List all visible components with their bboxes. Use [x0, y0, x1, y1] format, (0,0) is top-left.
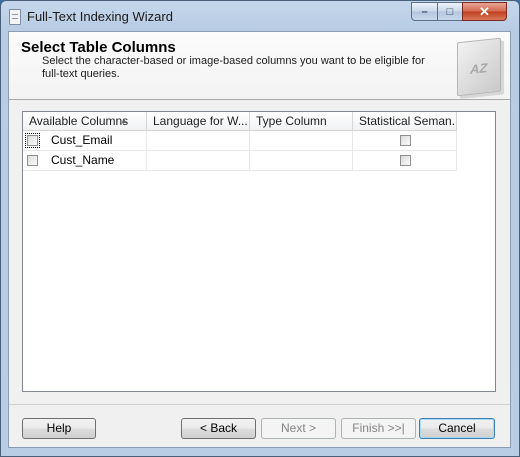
language-cell[interactable] — [147, 131, 250, 150]
maximize-button[interactable]: □ — [437, 2, 463, 21]
minimize-icon: – — [421, 5, 428, 18]
cell-available-column: Cust_Name — [23, 151, 147, 170]
window-title: Full-Text Indexing Wizard — [27, 9, 173, 24]
grid-header: Available Columns ▲ Language for W... Ty… — [23, 112, 457, 131]
column-name: Cust_Email — [51, 133, 113, 147]
table-row[interactable]: Cust_Email — [23, 131, 457, 151]
header-available-columns[interactable]: Available Columns ▲ — [23, 112, 147, 130]
az-book-icon: AZ — [457, 37, 501, 97]
footer-divider — [9, 404, 510, 405]
header-language[interactable]: Language for W... — [147, 112, 250, 130]
statistical-semantics-cell — [353, 131, 457, 150]
table-row[interactable]: Cust_Name — [23, 151, 457, 171]
cancel-button[interactable]: Cancel — [419, 418, 495, 439]
column-name: Cust_Name — [51, 153, 115, 167]
type-column-cell[interactable] — [250, 131, 353, 150]
finish-button[interactable]: Finish >>| — [341, 418, 416, 439]
statistical-semantics-cell — [353, 151, 457, 170]
title-bar[interactable]: Full-Text Indexing Wizard – □ ✕ — [1, 1, 519, 31]
statistical-semantics-checkbox[interactable] — [400, 135, 411, 146]
page-title: Select Table Columns — [21, 39, 176, 56]
sort-ascending-icon: ▲ — [120, 116, 128, 125]
cell-available-column: Cust_Email — [23, 131, 147, 150]
header-label: Available Columns — [29, 114, 129, 128]
close-icon: ✕ — [479, 3, 490, 19]
statistical-semantics-checkbox[interactable] — [400, 155, 411, 166]
type-column-cell[interactable] — [250, 151, 353, 170]
wizard-window: Full-Text Indexing Wizard – □ ✕ Select T… — [0, 0, 520, 457]
close-button[interactable]: ✕ — [462, 2, 507, 21]
wizard-header: Select Table Columns Select the characte… — [9, 32, 510, 100]
include-column-checkbox[interactable] — [27, 155, 38, 166]
next-button[interactable]: Next > — [261, 418, 336, 439]
page-description: Select the character-based or image-base… — [42, 55, 425, 80]
wizard-client-area: Select Table Columns Select the characte… — [8, 31, 511, 448]
minimize-button[interactable]: – — [411, 2, 438, 21]
back-button[interactable]: < Back — [181, 418, 256, 439]
wizard-document-icon — [9, 9, 21, 25]
header-type-column[interactable]: Type Column — [250, 112, 353, 130]
az-graphic-text: AZ — [470, 60, 488, 77]
maximize-icon: □ — [446, 5, 454, 18]
columns-grid[interactable]: Available Columns ▲ Language for W... Ty… — [22, 111, 496, 392]
include-column-checkbox[interactable] — [25, 133, 40, 148]
language-cell[interactable] — [147, 151, 250, 170]
header-statistical-semantics[interactable]: Statistical Seman... — [353, 112, 457, 130]
help-button[interactable]: Help — [22, 418, 96, 439]
